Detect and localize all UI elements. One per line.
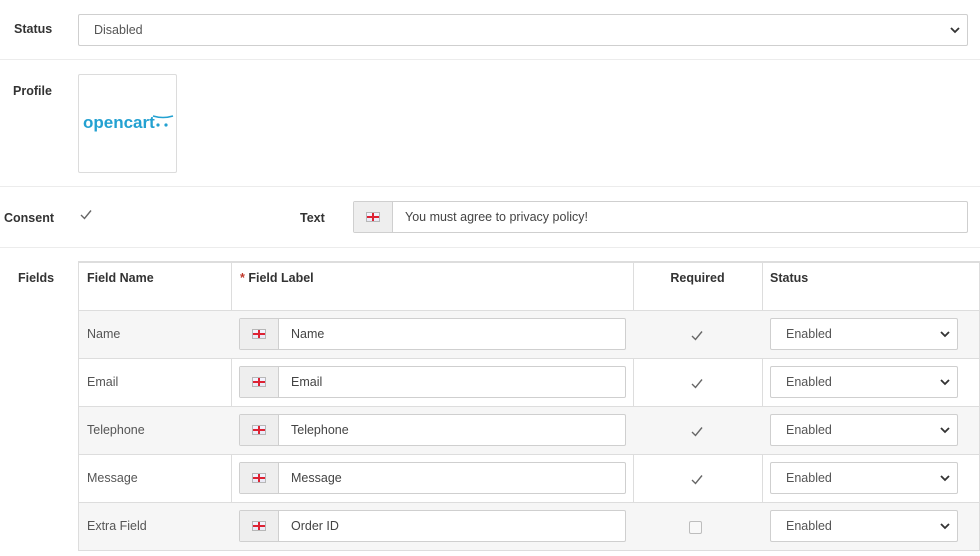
field-label-input[interactable]: Email xyxy=(239,366,626,398)
required-asterisk: * xyxy=(240,271,245,285)
table-row: Telephone Telephone Enabled xyxy=(79,406,979,454)
profile-label: Profile xyxy=(13,84,52,98)
field-status-select[interactable]: Enabled xyxy=(770,462,958,494)
divider xyxy=(0,186,980,187)
field-status-select[interactable]: Enabled xyxy=(770,510,958,542)
required-checkbox[interactable] xyxy=(690,473,704,487)
flag-icon xyxy=(252,329,266,339)
table-row: Email Email Enabled xyxy=(79,358,979,406)
field-name-cell: Email xyxy=(87,375,119,389)
table-row: Extra Field Order ID Enabled xyxy=(79,502,979,550)
status-select[interactable]: Disabled xyxy=(78,14,968,46)
field-status-value: Enabled xyxy=(786,519,832,533)
language-flag-addon xyxy=(240,367,279,397)
language-flag-addon xyxy=(354,202,393,232)
chevron-down-icon xyxy=(940,379,950,386)
header-field-name: Field Name xyxy=(87,271,154,285)
field-name-cell: Extra Field xyxy=(87,519,147,533)
table-header-row: Field Name * Field Label Required Status xyxy=(79,262,979,310)
field-status-value: Enabled xyxy=(786,423,832,437)
status-label: Status xyxy=(14,22,53,36)
required-checkbox[interactable] xyxy=(690,425,704,439)
language-flag-addon xyxy=(240,511,279,541)
field-status-select[interactable]: Enabled xyxy=(770,366,958,398)
field-status-select[interactable]: Enabled xyxy=(770,414,958,446)
field-name-cell: Name xyxy=(87,327,121,341)
header-required: Required xyxy=(670,271,725,285)
header-status: Status xyxy=(770,271,809,285)
consent-label: Consent xyxy=(4,211,54,225)
field-label-input[interactable]: Name xyxy=(239,318,626,350)
field-label-input[interactable]: Message xyxy=(239,462,626,494)
field-status-value: Enabled xyxy=(786,471,832,485)
field-label-value: Order ID xyxy=(291,519,339,533)
fields-label: Fields xyxy=(18,271,55,285)
language-flag-addon xyxy=(240,415,279,445)
field-status-value: Enabled xyxy=(786,327,832,341)
flag-icon xyxy=(252,473,266,483)
field-label-value: Message xyxy=(291,471,342,485)
field-status-select[interactable]: Enabled xyxy=(770,318,958,350)
consent-text-value: You must agree to privacy policy! xyxy=(405,210,588,224)
field-label-value: Email xyxy=(291,375,323,389)
consent-checkbox[interactable] xyxy=(79,208,93,222)
language-flag-addon xyxy=(240,463,279,493)
required-checkbox[interactable] xyxy=(689,521,702,534)
field-label-value: Name xyxy=(291,327,325,341)
flag-icon xyxy=(252,425,266,435)
consent-text-input[interactable]: You must agree to privacy policy! xyxy=(353,201,968,233)
chevron-down-icon xyxy=(950,27,960,34)
field-label-value: Telephone xyxy=(291,423,349,437)
opencart-logo-text: opencart xyxy=(83,113,155,132)
language-flag-addon xyxy=(240,319,279,349)
chevron-down-icon xyxy=(940,427,950,434)
profile-image[interactable]: opencart xyxy=(78,74,177,173)
chevron-down-icon xyxy=(940,331,950,338)
divider xyxy=(0,59,980,60)
flag-icon xyxy=(366,212,380,222)
field-name-cell: Message xyxy=(87,471,138,485)
divider xyxy=(0,247,980,248)
required-checkbox[interactable] xyxy=(690,377,704,391)
status-select-value: Disabled xyxy=(94,23,143,37)
flag-icon xyxy=(252,521,266,531)
opencart-logo: opencart xyxy=(83,113,174,132)
required-checkbox[interactable] xyxy=(690,329,704,343)
consent-text-label: Text xyxy=(300,211,325,225)
table-row: Name Name Enabled xyxy=(79,310,979,358)
field-label-input[interactable]: Order ID xyxy=(239,510,626,542)
fields-table: Field Name * Field Label Required Status… xyxy=(78,261,980,551)
chevron-down-icon xyxy=(940,475,950,482)
chevron-down-icon xyxy=(940,523,950,530)
header-field-label: * Field Label xyxy=(240,263,314,310)
header-field-label-text: Field Label xyxy=(248,271,314,285)
field-name-cell: Telephone xyxy=(87,423,145,437)
field-status-value: Enabled xyxy=(786,375,832,389)
field-label-input[interactable]: Telephone xyxy=(239,414,626,446)
flag-icon xyxy=(252,377,266,387)
table-row: Message Message Enabled xyxy=(79,454,979,502)
